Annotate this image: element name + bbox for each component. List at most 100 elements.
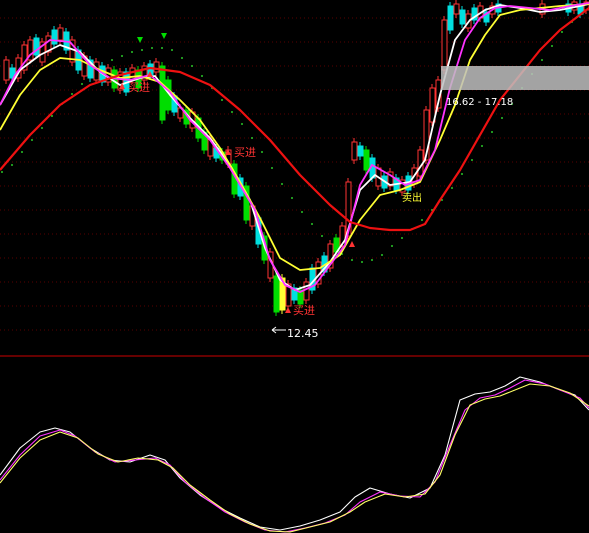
sar-dot [141,49,143,51]
signal-buy-3: 买进 [293,304,315,317]
sar-dot [561,31,563,33]
signal-label: 卖出 [402,191,422,204]
candle-body [159,65,166,121]
signal-triangle [285,307,291,313]
candle [3,56,10,84]
candle-body [153,61,160,73]
sar-dot [451,187,453,189]
sar-dot [251,137,253,139]
sar-dot [71,93,73,95]
low-price-marker: 12.45 [271,326,319,340]
sar-dot [231,111,233,113]
sar-dot [41,127,43,129]
candle [387,168,394,190]
chart-stage: 16.62 - 17.18 12.45 买进 买进 买进 卖出 [0,0,589,533]
signal-triangle [161,33,167,39]
sar-dot [311,223,313,225]
signal-buy-2: 买进 [234,146,256,159]
ma-white-line [0,3,589,291]
sar-dot [161,47,163,49]
signal-buy-1: 买进 [128,81,150,94]
sar-dot [401,237,403,239]
candle [273,272,280,316]
candle [351,138,358,164]
candle [243,182,250,224]
indicator-lines [0,376,589,533]
sar-dot [541,59,543,61]
signal-label: 买进 [128,81,150,94]
sar-dot [171,49,173,51]
candle [117,68,124,94]
signal-label: 买进 [293,304,315,317]
candle-body [51,29,58,45]
sar-dot [371,259,373,261]
candle-body [363,149,370,171]
sar-dot [301,211,303,213]
candle [357,142,364,160]
sar-dot [151,47,153,49]
signal-triangle [349,241,355,247]
sar-dot [361,261,363,263]
sar-dot [501,117,503,119]
sar-dot [491,131,493,133]
sar-dot [461,173,463,175]
ma-yellow-line [0,3,589,271]
price-range-highlight [441,66,589,90]
sar-dot [31,139,33,141]
moving-average-lines [0,2,589,293]
low-price-label: 12.45 [287,327,319,340]
sar-dot [191,65,193,67]
sar-dot [111,59,113,61]
candle [459,6,466,28]
candle [453,0,460,18]
sar-dot [131,51,133,53]
indicator-line-white [0,376,589,531]
candle-body [459,9,466,25]
signal-triangle [137,37,143,43]
candle-body [57,27,64,41]
sar-dot [181,57,183,59]
signal-label: 买进 [234,146,256,159]
sar-dot [261,151,263,153]
sar-dot [391,245,393,247]
candle [159,62,166,124]
sar-dot [241,123,243,125]
sar-dot [81,83,83,85]
stock-chart: 16.62 - 17.18 12.45 买进 买进 买进 卖出 [0,0,589,533]
candle-body [441,19,448,71]
sar-dot [351,259,353,261]
sar-dot [121,55,123,57]
sar-dot [51,115,53,117]
candle-body [447,5,454,31]
candle-body [453,3,460,15]
sar-dot [201,75,203,77]
sar-dot [1,171,3,173]
ma-magenta-line [0,2,589,293]
sar-dot [481,145,483,147]
sar-dot [291,197,293,199]
sar-dot [421,219,423,221]
candle [69,36,76,66]
sar-dot [551,45,553,47]
signal-sell: 卖出 [402,191,422,204]
sar-dot [11,164,13,166]
candle-body [351,141,358,161]
sar-dot [281,183,283,185]
sar-dot [321,235,323,237]
candle [291,284,298,304]
sar-dot [21,151,23,153]
candle-body [273,275,280,313]
candle [153,58,160,76]
candle [303,278,310,304]
candle [471,4,478,24]
sar-dot [271,167,273,169]
sar-dot [221,99,223,101]
sar-dot [471,159,473,161]
price-range-label: 16.62 - 17.18 [446,97,513,108]
ma-red-line [0,7,589,232]
candle [441,16,448,74]
sar-dot [381,254,383,256]
indicator-line-magenta [0,379,589,533]
candle-body [357,145,364,157]
candle-body [3,59,10,81]
